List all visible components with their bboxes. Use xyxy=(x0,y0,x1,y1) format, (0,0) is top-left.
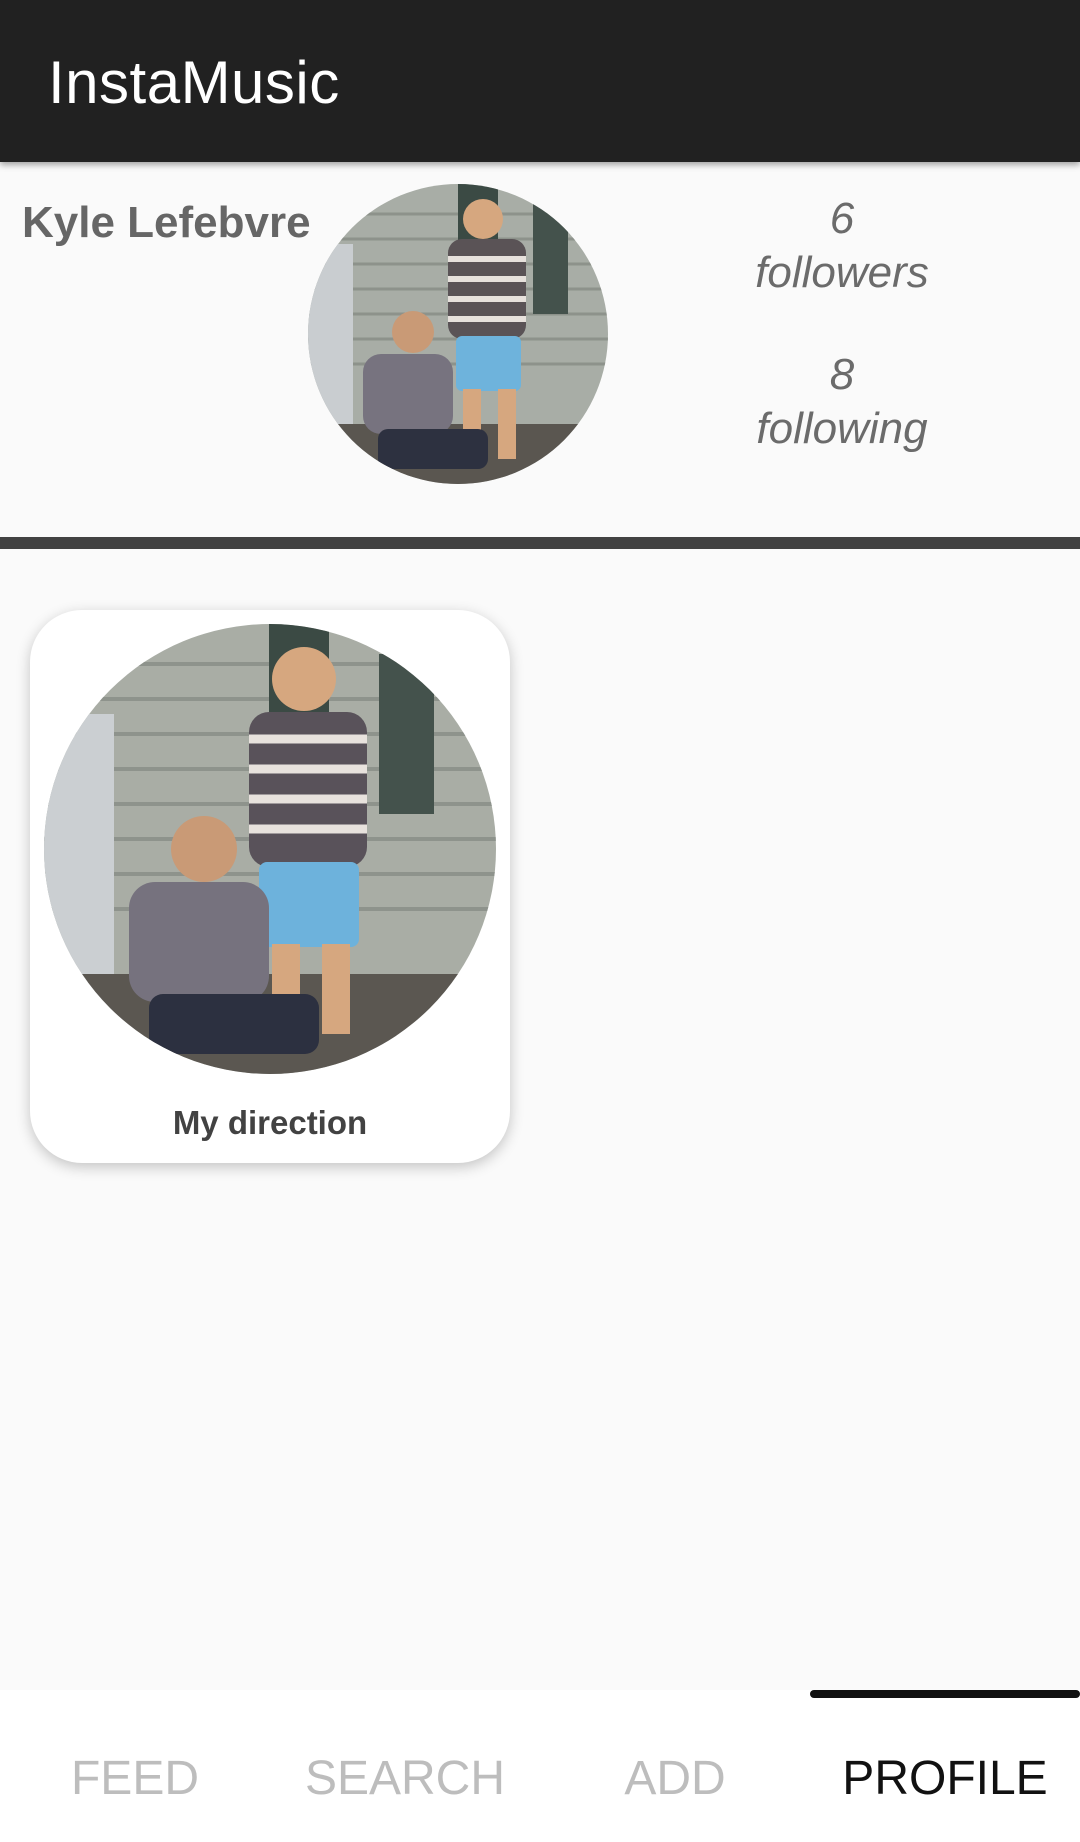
app-title: InstaMusic xyxy=(48,49,340,116)
tab-profile[interactable]: PROFILE xyxy=(810,1690,1080,1842)
following-count: 8 xyxy=(829,350,855,399)
user-name: Kyle Lefebvre xyxy=(22,198,311,247)
post-photo-icon xyxy=(44,624,496,1074)
following-label: following xyxy=(756,404,928,453)
app-bar: InstaMusic xyxy=(0,0,1080,162)
tab-add[interactable]: ADD xyxy=(540,1690,810,1842)
post-title: My direction xyxy=(172,1104,368,1141)
profile-photo-icon xyxy=(308,184,608,484)
section-divider xyxy=(0,537,1080,549)
followers-label: followers xyxy=(755,248,929,297)
tab-feed[interactable]: FEED xyxy=(0,1690,270,1842)
following-stat[interactable]: 8 following xyxy=(712,348,972,456)
followers-stat[interactable]: 6 followers xyxy=(712,192,972,300)
post-image xyxy=(44,624,496,1074)
tab-search[interactable]: SEARCH xyxy=(270,1690,540,1842)
post-card[interactable]: My direction xyxy=(30,610,510,1163)
bottom-nav: FEED SEARCH ADD PROFILE xyxy=(0,1690,1080,1842)
profile-header: Kyle Lefebvre 6 followers 8 following xyxy=(0,162,1080,537)
followers-count: 6 xyxy=(829,194,855,243)
profile-avatar[interactable] xyxy=(308,184,608,484)
